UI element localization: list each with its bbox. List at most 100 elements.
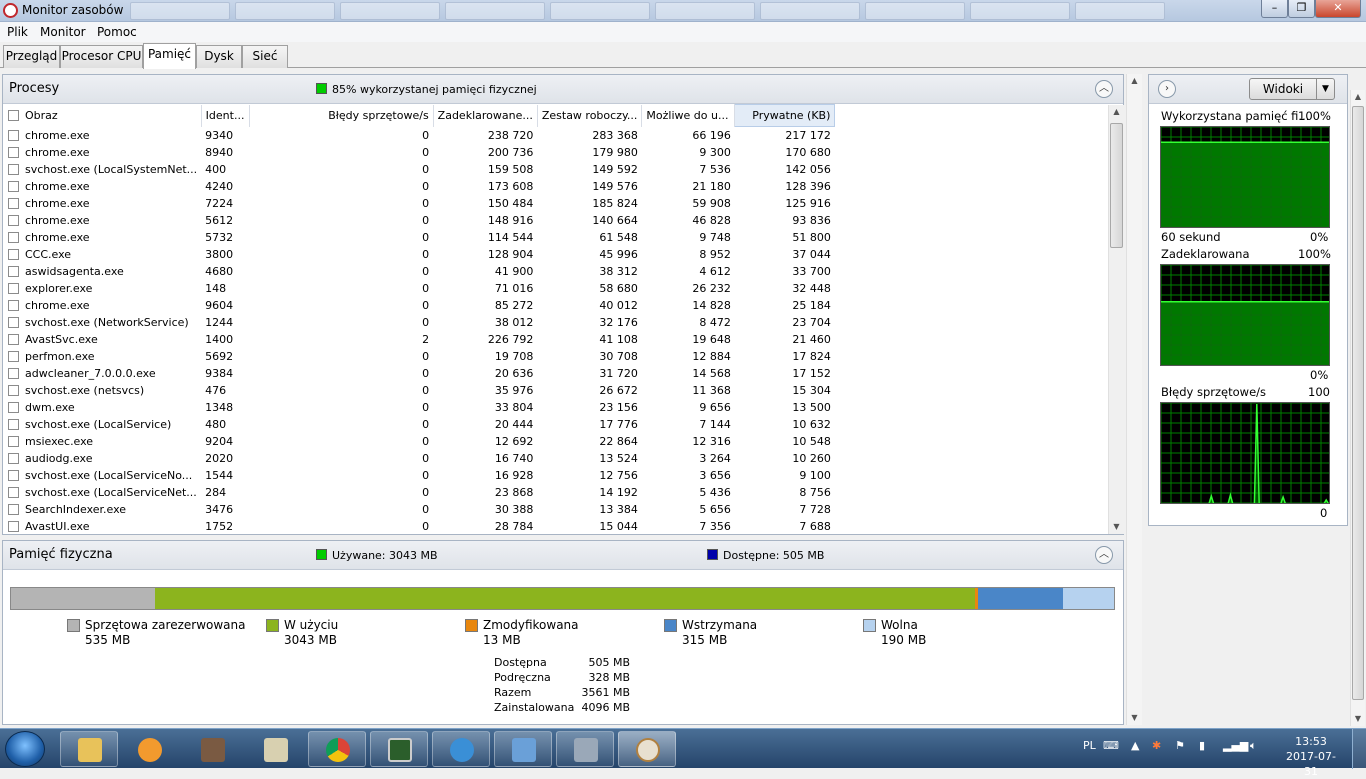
close-button[interactable]: ✕	[1315, 0, 1361, 18]
menu-plik[interactable]: Plik	[7, 25, 28, 39]
taskbar-installer[interactable]	[556, 731, 614, 767]
tab-pamiec[interactable]: Pamięć	[143, 43, 196, 69]
taskbar-chrome[interactable]	[308, 731, 366, 767]
table-row[interactable]: chrome.exe 7224 0 150 484 185 824 59 908 125 9…	[4, 195, 835, 212]
row-checkbox[interactable]	[8, 129, 19, 141]
tab-przeglad[interactable]: Przegląd	[3, 45, 60, 68]
row-checkbox[interactable]	[8, 146, 19, 158]
table-row[interactable]: aswidsagenta.exe 4680 0 41 900 38 312 4 612 33…	[4, 263, 835, 280]
row-checkbox[interactable]	[8, 401, 19, 413]
select-all-checkbox[interactable]	[8, 110, 19, 121]
views-dropdown[interactable]: Widoki ▼	[1249, 78, 1335, 100]
row-checkbox[interactable]	[8, 435, 19, 447]
row-checkbox[interactable]	[8, 163, 19, 175]
flag-icon[interactable]: ⚑	[1175, 739, 1185, 752]
row-checkbox[interactable]	[8, 248, 19, 260]
taskbar-game[interactable]	[183, 731, 241, 767]
tab-cpu[interactable]: Procesor CPU	[60, 45, 143, 68]
table-row[interactable]: svchost.exe (netsvcs) 476 0 35 976 26 672 11 …	[4, 382, 835, 399]
table-row[interactable]: chrome.exe 5612 0 148 916 140 664 46 828 93 83…	[4, 212, 835, 229]
row-checkbox[interactable]	[8, 299, 19, 311]
scroll-thumb[interactable]	[1110, 123, 1123, 248]
table-row[interactable]: msiexec.exe 9204 0 12 692 22 864 12 316 10 548	[4, 433, 835, 450]
table-row[interactable]: chrome.exe 8940 0 200 736 179 980 9 300 170 68…	[4, 144, 835, 161]
row-checkbox[interactable]	[8, 316, 19, 328]
menu-monitor[interactable]: Monitor	[40, 25, 86, 39]
keyboard-icon[interactable]: ⌨	[1103, 739, 1119, 752]
table-row[interactable]: AvastUI.exe 1752 0 28 784 15 044 7 356 7 688	[4, 518, 835, 535]
taskbar-game-2[interactable]	[246, 731, 304, 767]
scroll-up-arrow[interactable]: ▲	[1109, 105, 1124, 119]
tab-dysk[interactable]: Dysk	[196, 45, 242, 68]
physical-memory-header[interactable]: Pamięć fizyczna Używane: 3043 MB Dostępn…	[3, 541, 1123, 570]
row-checkbox[interactable]	[8, 333, 19, 345]
row-checkbox[interactable]	[8, 350, 19, 362]
taskbar-resource-monitor[interactable]	[618, 731, 676, 767]
network-icon[interactable]: ▂▄▆	[1223, 739, 1248, 752]
table-row[interactable]: svchost.exe (LocalSystemNet... 400 0 159 50…	[4, 161, 835, 178]
start-button[interactable]	[5, 731, 45, 767]
table-row[interactable]: audiodg.exe 2020 0 16 740 13 524 3 264 10 260	[4, 450, 835, 467]
row-checkbox[interactable]	[8, 282, 19, 294]
tab-siec[interactable]: Sieć	[242, 45, 288, 68]
scroll-up-arrow[interactable]: ▲	[1351, 90, 1365, 104]
table-row[interactable]: svchost.exe (LocalServiceNet... 284 0 23 86…	[4, 484, 835, 501]
maximize-button[interactable]: ❐	[1288, 0, 1315, 18]
row-checkbox[interactable]	[8, 180, 19, 192]
clock[interactable]: 13:53 2017-07-31	[1280, 734, 1342, 779]
row-checkbox[interactable]	[8, 197, 19, 209]
avast-tray-icon[interactable]: ✱	[1152, 739, 1161, 752]
taskbar-performance[interactable]	[370, 731, 428, 767]
row-checkbox[interactable]	[8, 469, 19, 481]
row-checkbox[interactable]	[8, 214, 19, 226]
tray-expand-icon[interactable]: ▲	[1131, 739, 1139, 752]
table-row[interactable]: CCC.exe 3800 0 128 904 45 996 8 952 37 044	[4, 246, 835, 263]
taskbar-explorer[interactable]	[60, 731, 118, 767]
row-checkbox[interactable]	[8, 503, 19, 515]
table-row[interactable]: svchost.exe (LocalServiceNo... 1544 0 16 92…	[4, 467, 835, 484]
taskbar-avast[interactable]	[432, 731, 490, 767]
scroll-down-arrow[interactable]: ▼	[1351, 712, 1365, 726]
table-row[interactable]: svchost.exe (LocalService) 480 0 20 444 17 7…	[4, 416, 835, 433]
menu-pomoc[interactable]: Pomoc	[97, 25, 137, 39]
col-ident[interactable]: Ident...	[201, 104, 250, 127]
col-obraz[interactable]: Obraz	[4, 104, 202, 127]
taskbar-control-panel[interactable]	[494, 731, 552, 767]
language-indicator[interactable]: PL	[1083, 739, 1096, 752]
collapse-physical-memory-button[interactable]: ︿	[1095, 546, 1113, 564]
col-working-set[interactable]: Zestaw roboczy...	[537, 104, 643, 127]
table-row[interactable]: chrome.exe 9604 0 85 272 40 012 14 828 25 184	[4, 297, 835, 314]
row-checkbox[interactable]	[8, 486, 19, 498]
table-row[interactable]: SearchIndexer.exe 3476 0 30 388 13 384 5 656 7…	[4, 501, 835, 518]
minimize-button[interactable]: –	[1261, 0, 1288, 18]
col-shareable[interactable]: Możliwe do u...	[641, 104, 736, 127]
table-row[interactable]: AvastSvc.exe 1400 2 226 792 41 108 19 648 21 4…	[4, 331, 835, 348]
volume-icon[interactable]: 🔈︎	[1250, 739, 1257, 753]
collapse-processes-button[interactable]: ︿	[1095, 80, 1113, 98]
row-checkbox[interactable]	[8, 231, 19, 243]
table-row[interactable]: chrome.exe 4240 0 173 608 149 576 21 180 128 3…	[4, 178, 835, 195]
row-checkbox[interactable]	[8, 418, 19, 430]
processes-header[interactable]: Procesy 85% wykorzystanej pamięci fizycz…	[3, 75, 1123, 104]
table-row[interactable]: adwcleaner_7.0.0.0.exe 9384 0 20 636 31 720 1…	[4, 365, 835, 382]
col-private[interactable]: Prywatne (KB)	[734, 104, 836, 127]
row-checkbox[interactable]	[8, 367, 19, 379]
table-row[interactable]: explorer.exe 148 0 71 016 58 680 26 232 32 448	[4, 280, 835, 297]
row-checkbox[interactable]	[8, 520, 19, 532]
taskbar-media-player[interactable]	[120, 731, 178, 767]
row-checkbox[interactable]	[8, 265, 19, 277]
scroll-up-arrow[interactable]: ▲	[1127, 74, 1142, 88]
processes-scrollbar[interactable]: ▲ ▼	[1108, 105, 1124, 534]
usb-icon[interactable]: ▮	[1199, 739, 1205, 752]
table-row[interactable]: chrome.exe 9340 0 238 720 283 368 66 196 217 1…	[4, 127, 835, 144]
col-commit[interactable]: Zadeklarowane...	[433, 104, 538, 127]
scroll-down-arrow[interactable]: ▼	[1109, 520, 1124, 534]
main-scrollbar[interactable]: ▲ ▼	[1126, 74, 1142, 725]
expand-pane-button[interactable]: ›	[1158, 80, 1176, 98]
row-checkbox[interactable]	[8, 384, 19, 396]
row-checkbox[interactable]	[8, 452, 19, 464]
scroll-down-arrow[interactable]: ▼	[1127, 711, 1142, 725]
table-row[interactable]: svchost.exe (NetworkService) 1244 0 38 012 3…	[4, 314, 835, 331]
scroll-thumb[interactable]	[1352, 106, 1364, 700]
table-row[interactable]: perfmon.exe 5692 0 19 708 30 708 12 884 17 824	[4, 348, 835, 365]
